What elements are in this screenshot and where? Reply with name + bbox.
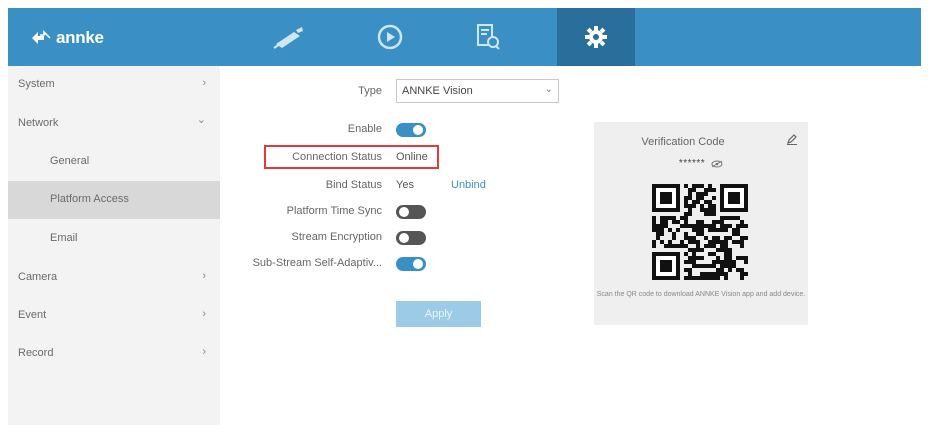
sidebar-item-network[interactable]: Network ⌄ — [8, 105, 220, 143]
verification-code-row: ****** — [594, 158, 808, 169]
verification-code-panel: Verification Code ****** Scan the QR cod… — [594, 122, 808, 325]
type-select-value: ANNKE Vision — [402, 85, 473, 97]
tab-playback[interactable] — [351, 8, 429, 66]
playback-icon — [377, 24, 403, 50]
pencil-edit-icon[interactable] — [786, 133, 798, 145]
sidebar-item-label: Network — [18, 117, 59, 129]
chevron-right-icon: › — [202, 308, 206, 320]
chevron-down-icon: ⌄ — [544, 84, 553, 95]
bind-status-value: Yes — [396, 179, 414, 191]
camera-icon — [273, 27, 303, 49]
qr-code — [652, 184, 748, 280]
bind-status-label: Bind Status — [325, 179, 382, 191]
platform-time-sync-toggle[interactable] — [396, 205, 426, 219]
stream-encryption-toggle[interactable] — [396, 231, 426, 245]
sidebar-item-email[interactable]: Email — [8, 220, 220, 258]
sidebar-item-label: General — [50, 155, 90, 167]
sub-stream-self-adaptive-label: Sub-Stream Self-Adaptiv... — [252, 257, 382, 269]
settings-sidebar: System › Network ⌄ General Platform Acce… — [8, 66, 220, 425]
verification-code-value: ****** — [678, 158, 706, 169]
chevron-right-icon: › — [202, 77, 206, 89]
tab-configuration[interactable] — [557, 8, 635, 66]
enable-label: Enable — [347, 123, 382, 135]
brand-logo: annke — [30, 27, 104, 49]
stream-encryption-label: Stream Encryption — [291, 231, 382, 243]
verification-code-title: Verification Code — [641, 136, 725, 148]
chevron-right-icon: › — [202, 270, 206, 282]
eye-hidden-icon[interactable] — [711, 160, 723, 168]
type-label: Type — [358, 85, 382, 97]
chevron-down-icon: ⌄ — [196, 114, 206, 126]
platform-time-sync-label: Platform Time Sync — [286, 205, 382, 217]
toggle-knob — [413, 259, 423, 269]
chevron-right-icon: › — [202, 346, 206, 358]
top-navigation-bar: annke — [8, 8, 921, 66]
gear-icon — [585, 26, 607, 48]
apply-button[interactable]: Apply — [396, 301, 481, 327]
sidebar-item-label: Platform Access — [50, 193, 129, 205]
sidebar-item-event[interactable]: Event › — [8, 297, 220, 335]
sidebar-item-system[interactable]: System › — [8, 66, 220, 104]
tab-search[interactable] — [449, 8, 527, 66]
sidebar-item-general[interactable]: General — [8, 143, 220, 181]
brand-name: annke — [56, 28, 104, 47]
sidebar-item-platform-access[interactable]: Platform Access — [8, 181, 220, 219]
annke-logo-icon — [32, 30, 51, 44]
sidebar-item-record[interactable]: Record › — [8, 335, 220, 373]
sidebar-item-label: Email — [50, 232, 78, 244]
qr-caption: Scan the QR code to download ANNKE Visio… — [596, 291, 806, 298]
sidebar-item-label: Camera — [18, 271, 58, 283]
enable-toggle[interactable] — [396, 123, 426, 137]
sidebar-item-label: Event — [18, 309, 47, 321]
sidebar-item-label: Record — [18, 347, 54, 359]
connection-status-value: Online — [396, 151, 428, 163]
sidebar-item-camera[interactable]: Camera › — [8, 259, 220, 297]
connection-status-label: Connection Status — [292, 151, 382, 163]
unbind-link[interactable]: Unbind — [451, 179, 486, 191]
platform-access-panel: Type ANNKE Vision ⌄ Enable Connection St… — [220, 66, 921, 425]
tab-live-view[interactable] — [250, 8, 328, 66]
file-search-icon — [477, 24, 500, 50]
sub-stream-self-adaptive-toggle[interactable] — [396, 257, 426, 271]
toggle-knob — [399, 207, 409, 217]
toggle-knob — [413, 125, 423, 135]
type-select[interactable]: ANNKE Vision ⌄ — [396, 79, 559, 103]
sidebar-item-label: System — [18, 78, 55, 90]
toggle-knob — [399, 233, 409, 243]
